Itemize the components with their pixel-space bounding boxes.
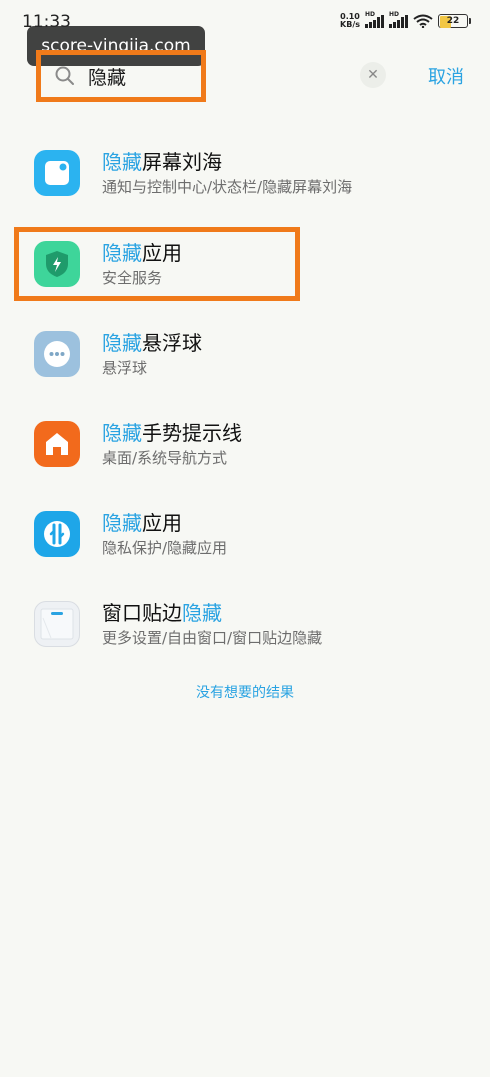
result-subtitle: 隐私保护/隐藏应用: [102, 539, 228, 557]
result-title: 隐藏悬浮球: [102, 331, 202, 355]
result-subtitle: 更多设置/自由窗口/窗口贴边隐藏: [102, 629, 323, 647]
battery-icon: 22: [438, 14, 471, 28]
result-item[interactable]: 隐藏手势提示线 桌面/系统导航方式: [34, 414, 454, 474]
home-icon: [34, 421, 80, 467]
close-icon: ✕: [367, 67, 379, 83]
wifi-icon: [413, 14, 433, 28]
result-item[interactable]: 隐藏应用 隐私保护/隐藏应用: [34, 504, 454, 564]
result-title: 窗口贴边隐藏: [102, 601, 222, 625]
network-speed: 0.10 KB/s: [340, 12, 360, 29]
floating-ball-icon: [34, 331, 80, 377]
clear-button[interactable]: ✕: [360, 62, 386, 88]
status-icons: 0.10 KB/s HD HD 22: [340, 11, 471, 29]
notch-icon: [34, 150, 80, 196]
cancel-button[interactable]: 取消: [428, 63, 464, 89]
annotation-highlight-search: [36, 50, 206, 102]
result-title: 隐藏手势提示线: [102, 421, 242, 445]
no-result-feedback-link[interactable]: 没有想要的结果: [0, 682, 490, 702]
result-item[interactable]: 窗口贴边隐藏 更多设置/自由窗口/窗口贴边隐藏: [34, 594, 454, 654]
result-title: 隐藏应用: [102, 511, 182, 535]
result-title: 隐藏屏幕刘海: [102, 150, 222, 174]
signal-icon: HD: [365, 11, 384, 28]
result-subtitle: 悬浮球: [102, 359, 148, 377]
result-subtitle: 桌面/系统导航方式: [102, 449, 228, 467]
signal-icon-2: HD: [389, 11, 408, 28]
result-item[interactable]: 隐藏屏幕刘海 通知与控制中心/状态栏/隐藏屏幕刘海: [34, 143, 454, 203]
result-subtitle: 通知与控制中心/状态栏/隐藏屏幕刘海: [102, 178, 353, 196]
privacy-icon: [34, 511, 80, 557]
annotation-highlight-result: [14, 227, 300, 301]
result-item[interactable]: 隐藏悬浮球 悬浮球: [34, 324, 454, 384]
window-edge-icon: [34, 601, 80, 647]
